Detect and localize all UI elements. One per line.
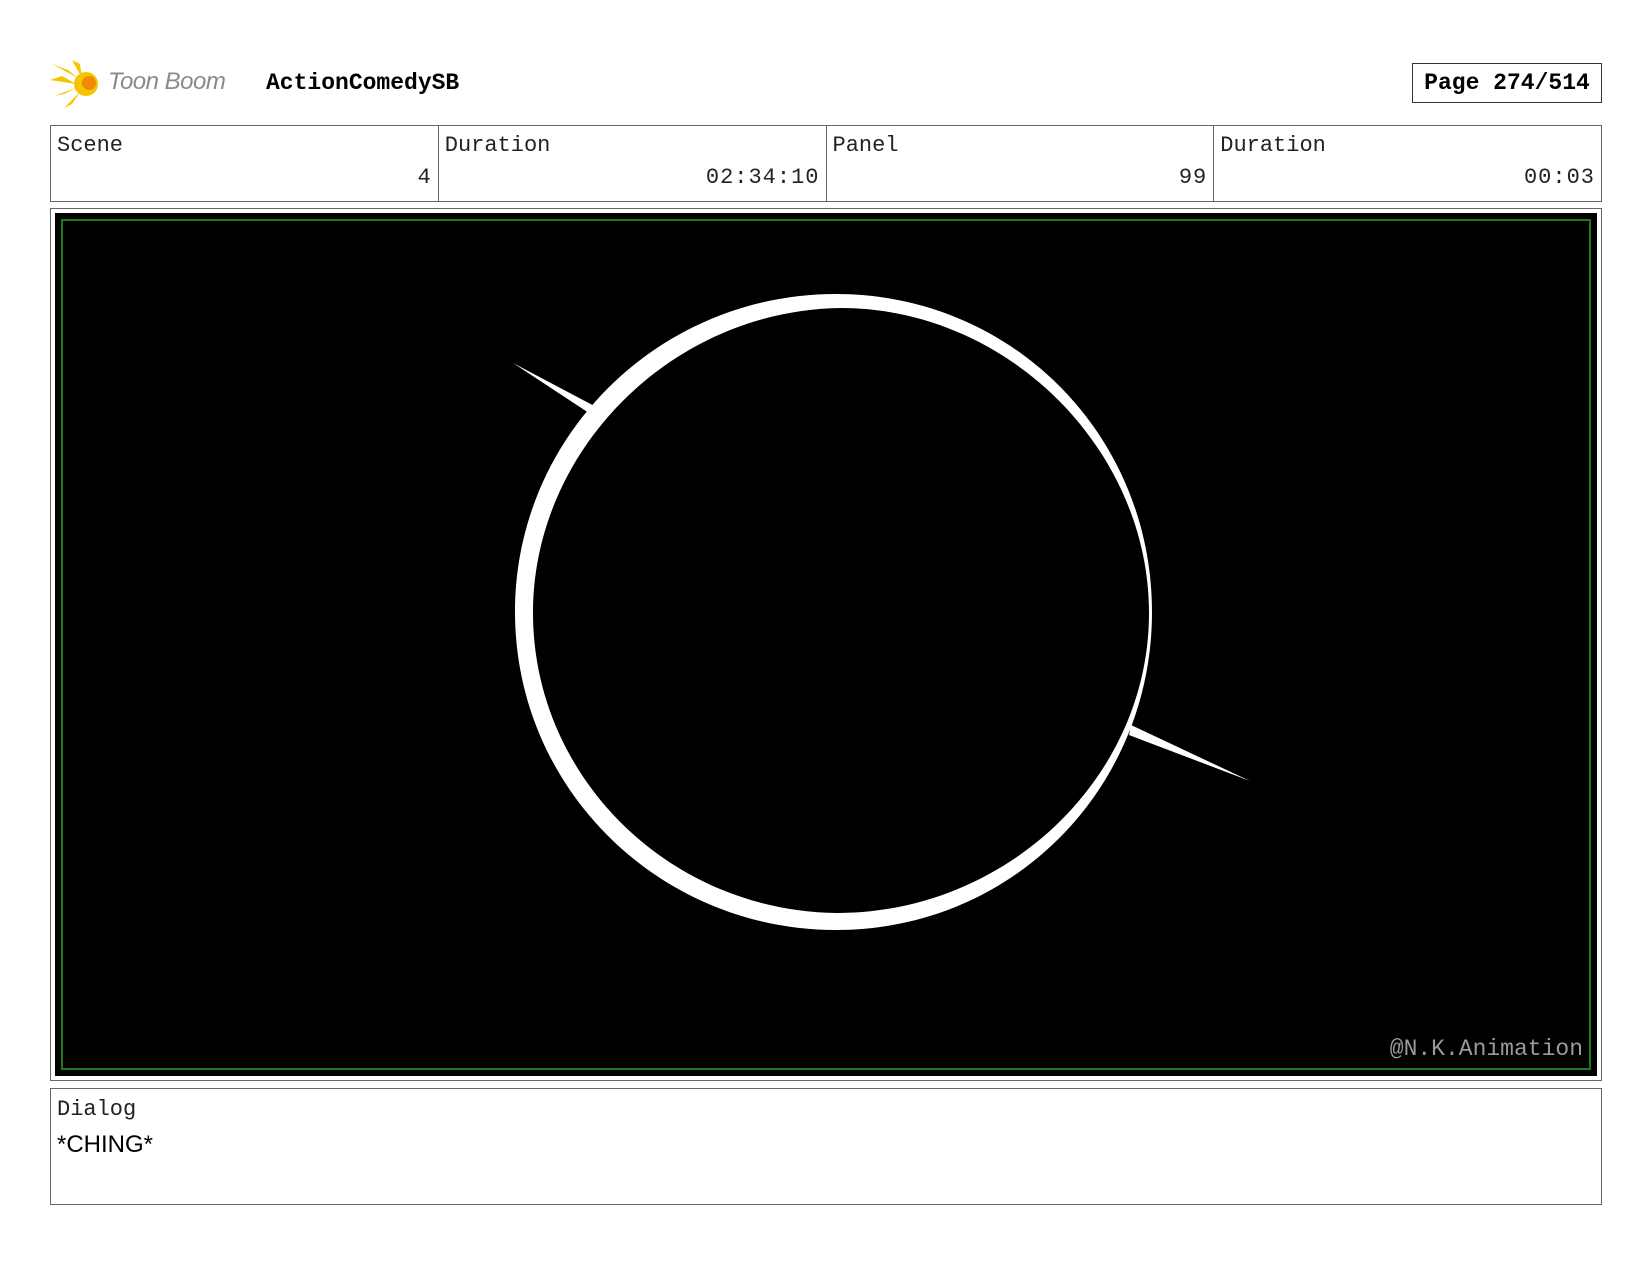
page-number: Page 274/514 (1412, 63, 1602, 103)
panel-label: Panel (832, 133, 899, 158)
dialog-label: Dialog (57, 1097, 137, 1122)
dialog-box: Dialog *CHING* (50, 1088, 1602, 1205)
ring-shape (515, 294, 1152, 930)
spark-line-right (1129, 725, 1250, 781)
watermark: @N.K.Animation (1389, 1036, 1583, 1062)
spark-line-left (513, 363, 600, 415)
logo-text: Toon Boom (108, 68, 226, 95)
panel-drawing (513, 294, 1250, 930)
panel-duration-label: Duration (1220, 133, 1326, 158)
panel-duration-value: 00:03 (1523, 165, 1595, 190)
page-header: Toon Boom ActionComedySB Page 274/514 (50, 56, 1602, 112)
toon-boom-logo: Toon Boom (50, 56, 250, 112)
scene-cell: Scene 4 (51, 126, 439, 201)
scene-duration-cell: Duration 02:34:10 (439, 126, 827, 201)
dialog-text: *CHING* (57, 1131, 154, 1158)
panel-value: 99 (1178, 165, 1208, 190)
scene-value: 4 (417, 165, 432, 190)
panel-image: @N.K.Animation (55, 213, 1597, 1076)
scene-duration-value: 02:34:10 (705, 165, 820, 190)
panel-cell: Panel 99 (827, 126, 1215, 201)
panel-info-row: Scene 4 Duration 02:34:10 Panel 99 Durat… (50, 125, 1602, 202)
scene-duration-label: Duration (444, 133, 551, 158)
storyboard-panel: @N.K.Animation (50, 208, 1602, 1081)
project-title: ActionComedySB (266, 70, 460, 96)
toon-boom-sun-icon (50, 60, 98, 108)
scene-label: Scene (57, 133, 124, 158)
panel-duration-cell: Duration 00:03 (1214, 126, 1601, 201)
